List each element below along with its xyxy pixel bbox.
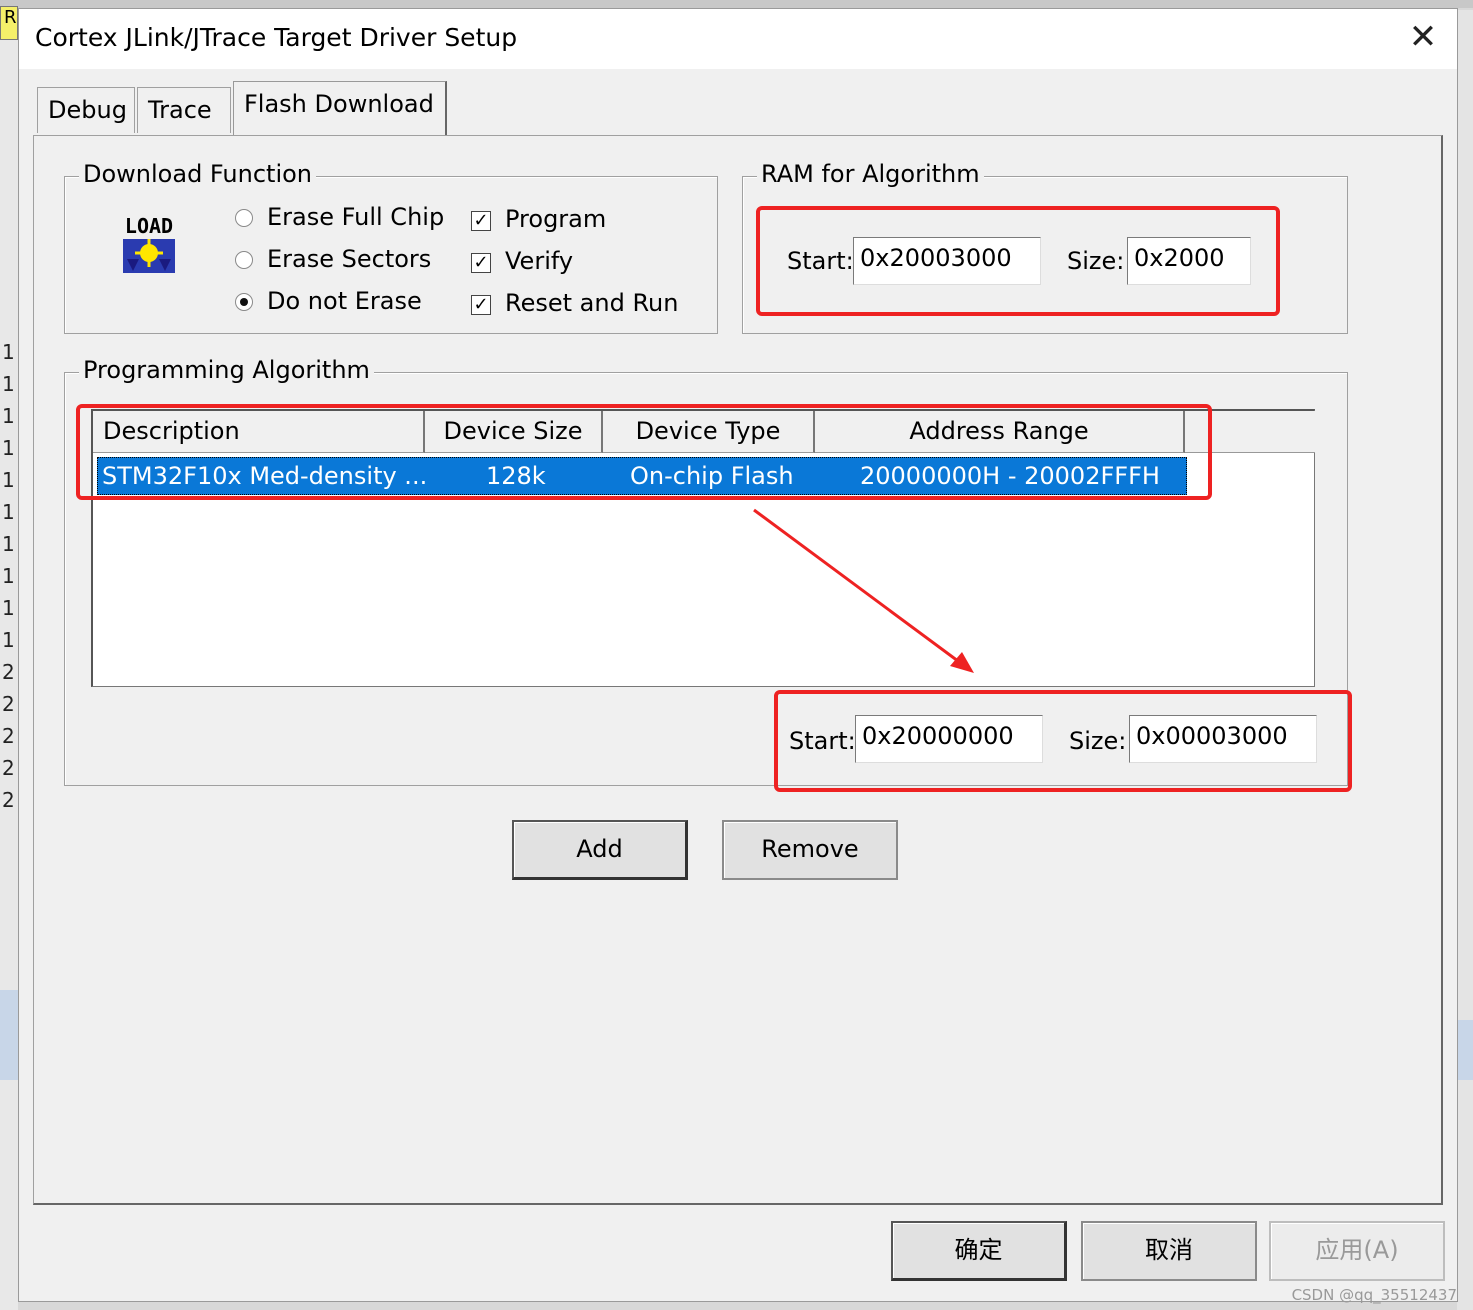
annotation-arrow xyxy=(753,508,974,673)
watermark: CSDN @qq_35512437 xyxy=(1291,1286,1457,1304)
tab-label: Flash Download xyxy=(244,90,434,118)
tab-flash-download[interactable]: Flash Download xyxy=(233,81,447,135)
